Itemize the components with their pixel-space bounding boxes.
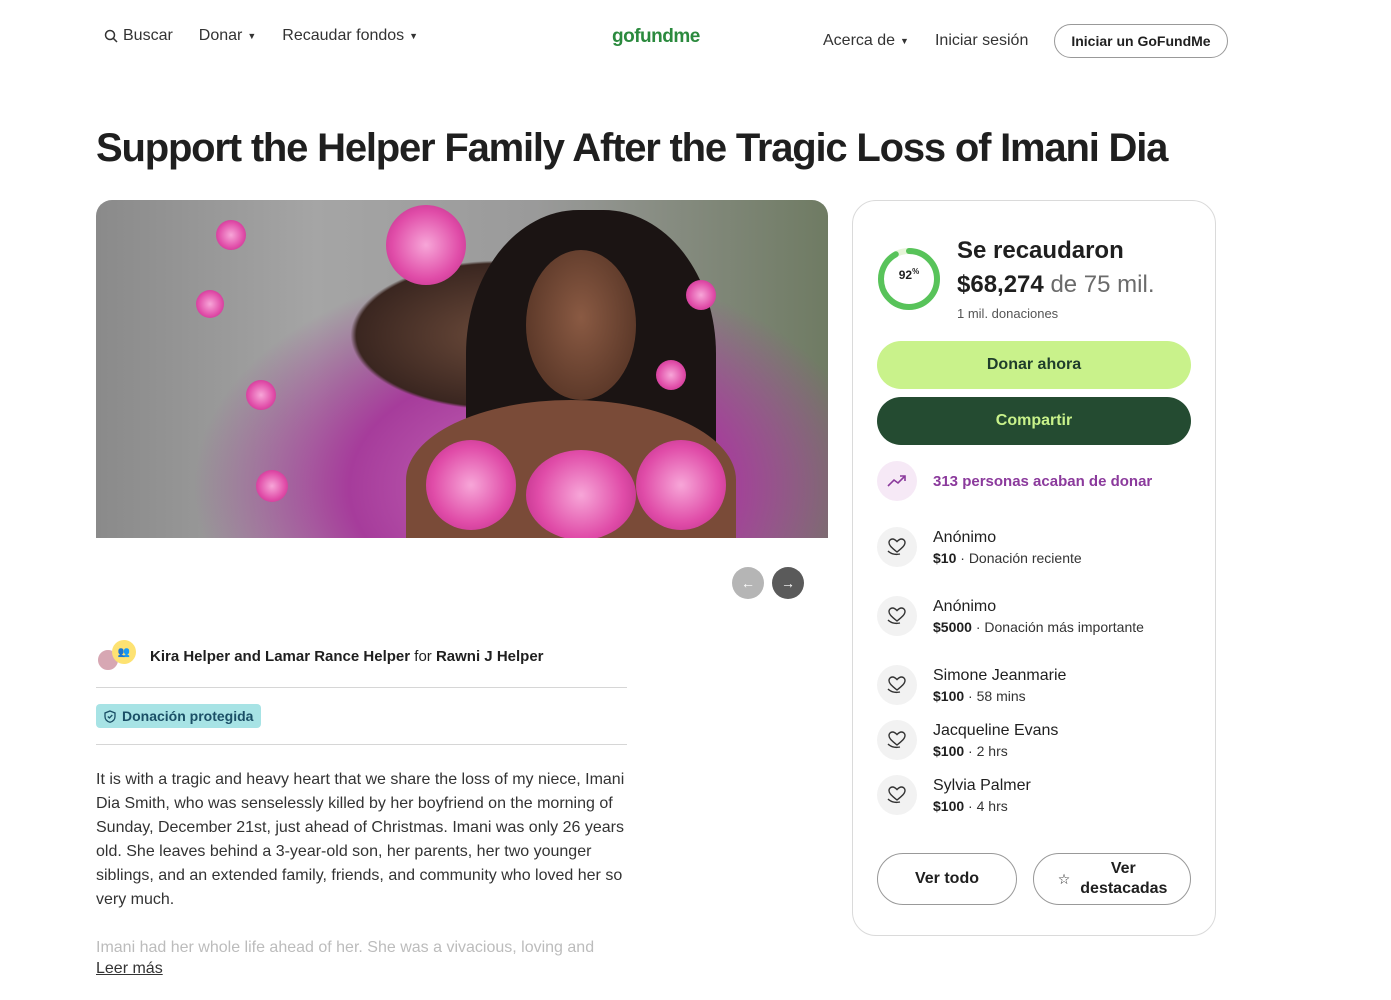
progress-percent: 92%: [898, 267, 920, 282]
hero-flower: [256, 470, 288, 502]
divider: [96, 687, 627, 688]
trend-text: 313 personas acaban de donar: [933, 472, 1153, 490]
hero-face-shape: [526, 250, 636, 400]
image-carousel-controls: ← →: [732, 567, 804, 599]
donor-meta: $5000 · Donación más importante: [933, 618, 1144, 635]
donor-meta: $100 · 2 hrs: [933, 742, 1008, 759]
fundraise-menu-label: Recaudar fondos: [282, 27, 405, 44]
shield-icon: [104, 709, 116, 723]
hero-flower: [636, 440, 726, 530]
star-icon: ☆: [1057, 870, 1071, 887]
donor-name: Anónimo: [933, 597, 997, 615]
see-featured-label: Ver destacadas: [1080, 860, 1168, 897]
campaign-story-faded: Imani had her whole life ahead of her. S…: [96, 939, 595, 956]
donate-menu-label: Donar: [198, 27, 243, 44]
see-featured-button[interactable]: ☆ Ver destacadas: [1033, 853, 1191, 905]
login-link[interactable]: Iniciar sesión: [935, 32, 1028, 50]
heart-hand-icon: [877, 775, 917, 815]
arrow-right-icon: →: [781, 575, 795, 591]
donor-meta: $100 · 4 hrs: [933, 797, 1008, 814]
organizer-row: 👥 Kira Helper and Lamar Rance Helper for…: [96, 640, 627, 672]
raised-title: Se recaudaron: [957, 237, 1124, 264]
about-menu[interactable]: Acerca de ▼: [823, 32, 909, 50]
heart-hand-icon: [877, 527, 917, 567]
donor-item: Anónimo $5000 · Donación más importante: [877, 596, 1144, 636]
hero-flower: [526, 450, 636, 538]
heart-hand-icon: [877, 665, 917, 705]
campaign-story: It is with a tragic and heavy heart that…: [96, 771, 625, 908]
caret-down-icon: ▼: [900, 36, 909, 46]
nav-left: Buscar Donar ▼ Recaudar fondos ▼: [104, 27, 418, 45]
donation-count: 1 mil. donaciones: [957, 306, 1059, 321]
donor-meta: $10 · Donación reciente: [933, 549, 1082, 566]
start-gofundme-button[interactable]: Iniciar un GoFundMe: [1054, 24, 1228, 58]
hero-flower: [386, 205, 466, 285]
raised-value: $68,274: [957, 271, 1044, 298]
donor-item: Simone Jeanmarie $100 · 58 mins: [877, 665, 1066, 705]
page-title: Support the Helper Family After the Trag…: [96, 126, 1168, 170]
caret-down-icon: ▼: [247, 31, 257, 41]
donor-item: Sylvia Palmer $100 · 4 hrs: [877, 775, 1031, 815]
about-menu-label: Acerca de: [823, 32, 896, 49]
search-icon: [104, 29, 118, 43]
hero-flower: [246, 380, 276, 410]
donor-item: Anónimo $10 · Donación reciente: [877, 527, 1082, 567]
heart-hand-icon: [877, 596, 917, 636]
donation-sidebar: 92% Se recaudaron $68,274 de 75 mil. 1 m…: [852, 200, 1216, 936]
hero-flower: [196, 290, 224, 318]
donor-name: Sylvia Palmer: [933, 776, 1031, 794]
goal-value: de 75 mil.: [1050, 271, 1155, 298]
trending-up-icon: [877, 461, 917, 501]
gofundme-logo[interactable]: gofundme: [612, 26, 700, 48]
raised-amount: $68,274 de 75 mil.: [957, 271, 1155, 299]
donor-name: Simone Jeanmarie: [933, 666, 1067, 684]
caret-down-icon: ▼: [409, 31, 419, 41]
hero-flower: [426, 440, 516, 530]
see-all-button[interactable]: Ver todo: [877, 853, 1017, 905]
share-button[interactable]: Compartir: [877, 397, 1191, 445]
hero-flower: [656, 360, 686, 390]
donate-now-button[interactable]: Donar ahora: [877, 341, 1191, 389]
donate-menu[interactable]: Donar ▼: [199, 27, 257, 45]
nav-right: Acerca de ▼ Iniciar sesión Iniciar un Go…: [823, 24, 1228, 58]
arrow-left-icon: ←: [741, 575, 755, 591]
search-link[interactable]: Buscar: [104, 27, 173, 45]
divider: [96, 744, 627, 745]
donor-meta: $100 · 58 mins: [933, 687, 1026, 704]
read-more-link[interactable]: Leer más: [96, 960, 163, 978]
donor-item: Jacqueline Evans $100 · 2 hrs: [877, 720, 1058, 760]
donor-name: Jacqueline Evans: [933, 721, 1059, 739]
group-icon: 👥: [112, 640, 136, 664]
hero-flower: [686, 280, 716, 310]
beneficiary-name[interactable]: Rawni J Helper: [436, 648, 544, 665]
fundraise-menu[interactable]: Recaudar fondos ▼: [282, 27, 418, 45]
organizer-avatars: 👥: [96, 640, 138, 672]
carousel-prev-button[interactable]: ←: [732, 567, 764, 599]
protected-donation-label: Donación protegida: [122, 708, 254, 724]
campaign-hero-image: [96, 200, 828, 538]
organizer-text: Kira Helper and Lamar Rance Helper for R…: [150, 648, 544, 665]
for-word: for: [414, 647, 432, 665]
carousel-next-button[interactable]: →: [772, 567, 804, 599]
search-label: Buscar: [123, 27, 173, 44]
protected-donation-badge[interactable]: Donación protegida: [96, 704, 262, 728]
hero-flower: [216, 220, 246, 250]
recent-donors-trend: 313 personas acaban de donar: [877, 461, 1152, 501]
heart-hand-icon: [877, 720, 917, 760]
organizer-names[interactable]: Kira Helper and Lamar Rance Helper: [150, 648, 410, 665]
donor-name: Anónimo: [933, 528, 997, 546]
